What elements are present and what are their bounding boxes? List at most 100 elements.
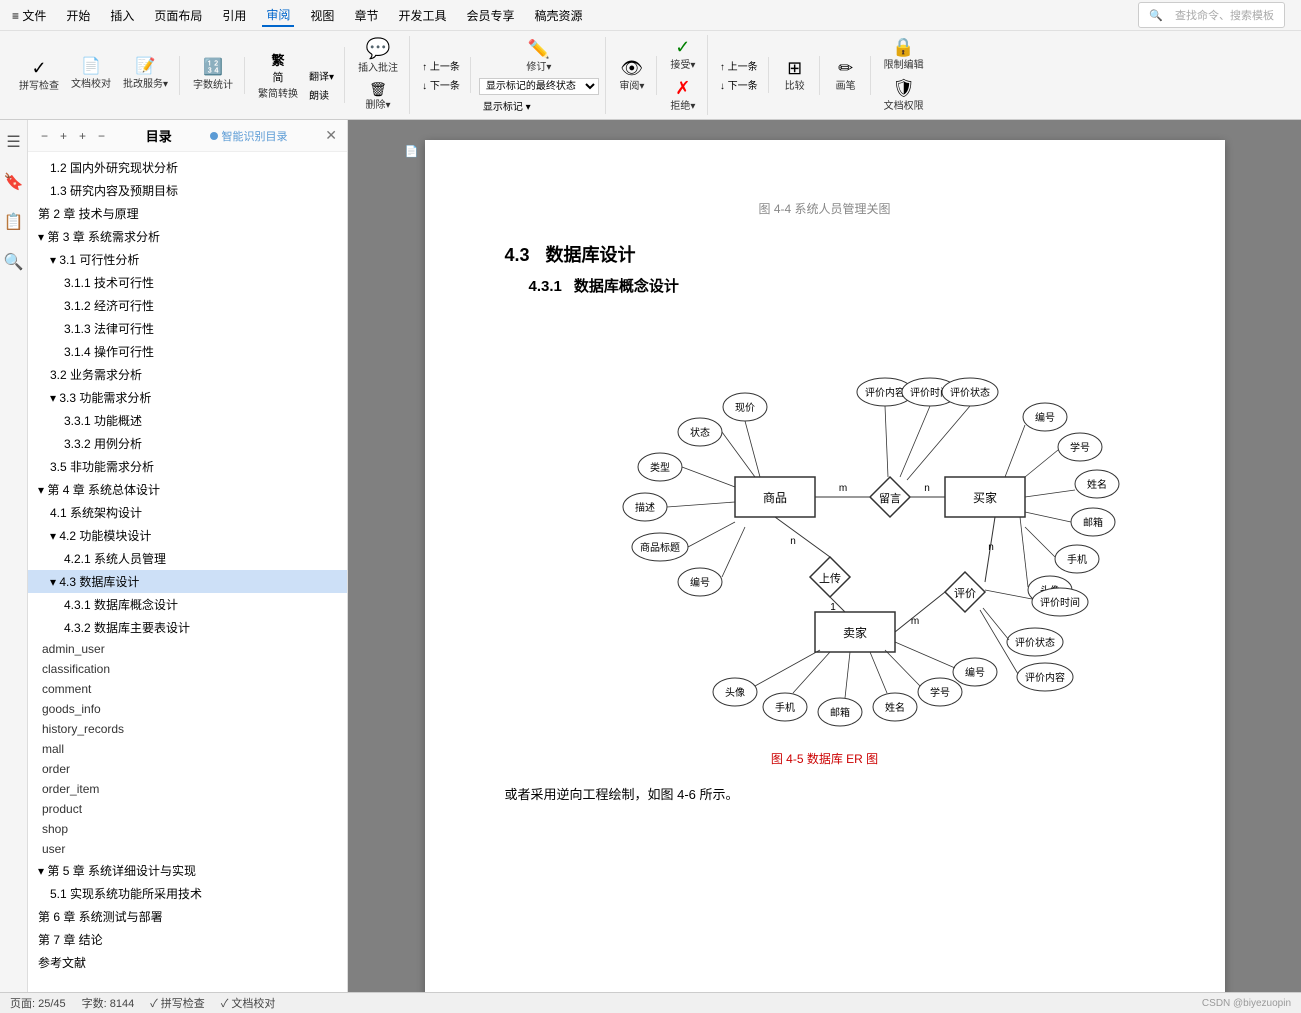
track-display-select[interactable]: 显示标记的最终状态 bbox=[479, 78, 599, 95]
svg-text:上传: 上传 bbox=[819, 572, 841, 585]
toc-smart-button[interactable]: 智能识别目录 bbox=[210, 128, 288, 144]
spell-check-status[interactable]: ✓ 拼写检查 bbox=[150, 995, 205, 1011]
toc-item[interactable]: 1.3 研究内容及预期目标 bbox=[28, 179, 347, 202]
toc-db-item[interactable]: admin_user bbox=[28, 639, 347, 659]
menu-references[interactable]: 引用 bbox=[218, 5, 250, 26]
toc-item[interactable]: ▾ 第 4 章 系统总体设计 bbox=[28, 478, 347, 501]
toc-item[interactable]: 3.1.3 法律可行性 bbox=[28, 317, 347, 340]
menu-chapter[interactable]: 章节 bbox=[350, 5, 382, 26]
toc-item[interactable]: ▾ 3.1 可行性分析 bbox=[28, 248, 347, 271]
toc-item[interactable]: 3.1.1 技术可行性 bbox=[28, 271, 347, 294]
doc-proofing-status[interactable]: ✓ 文档校对 bbox=[221, 995, 276, 1011]
toc-minus[interactable]: − bbox=[95, 128, 108, 144]
toc-item[interactable]: 5.1 实现系统功能所采用技术 bbox=[28, 882, 347, 905]
doc-nav-icon[interactable]: 📄 bbox=[405, 145, 419, 158]
menu-home[interactable]: 开始 bbox=[62, 5, 94, 26]
toc-add[interactable]: + bbox=[76, 128, 89, 144]
toc-item[interactable]: ▾ 4.2 功能模块设计 bbox=[28, 524, 347, 547]
status-bar: 页面: 25/45 字数: 8144 ✓ 拼写检查 ✓ 文档校对 CSDN @b… bbox=[0, 992, 1301, 1013]
insert-comment-button[interactable]: 💬 插入批注 bbox=[353, 36, 403, 77]
subsection-title: 数据库概念设计 bbox=[574, 275, 679, 296]
ribbon-group-restrict: 🔒 限制编辑 🛡 文档权限 bbox=[873, 35, 935, 115]
show-markup-button[interactable]: 显示标记 ▾ bbox=[479, 97, 599, 114]
spell-check-button[interactable]: ✓ 拼写检查 bbox=[14, 56, 64, 95]
accept-button[interactable]: ✓ 接受▾ bbox=[665, 35, 701, 74]
prev-change-button[interactable]: ↑ 上一条 bbox=[716, 57, 762, 74]
search-box[interactable]: 🔍 查找命令、搜索模板 bbox=[1138, 2, 1285, 28]
compare-button[interactable]: ⊞ 比较 bbox=[777, 56, 813, 95]
toc-db-item[interactable]: history_records bbox=[28, 719, 347, 739]
read-aloud-button[interactable]: 朗读 bbox=[305, 86, 338, 103]
reject-icon: ✗ bbox=[675, 79, 690, 97]
toc-db-item[interactable]: goods_info bbox=[28, 699, 347, 719]
correction-service-button[interactable]: 📝 批改服务▾ bbox=[118, 56, 173, 95]
toc-db-item[interactable]: order bbox=[28, 759, 347, 779]
menu-devtools[interactable]: 开发工具 bbox=[394, 5, 450, 26]
restrict-edit-button[interactable]: 🔒 限制编辑 bbox=[879, 35, 929, 74]
toc-item[interactable]: 4.3.1 数据库概念设计 bbox=[28, 593, 347, 616]
menu-bar: ≡ 文件 开始 插入 页面布局 引用 审阅 视图 章节 开发工具 会员专享 稿壳… bbox=[0, 0, 1301, 31]
toc-item[interactable]: 3.3.1 功能概述 bbox=[28, 409, 347, 432]
track-changes-button[interactable]: ✏️ 修订▾ bbox=[521, 37, 557, 76]
toc-item[interactable]: ▾ 第 5 章 系统详细设计与实现 bbox=[28, 859, 347, 882]
toc-db-item-user[interactable]: user bbox=[28, 839, 347, 859]
review-button[interactable]: 👁 审阅▾ bbox=[614, 56, 650, 95]
svg-text:n: n bbox=[924, 483, 930, 494]
side-icon-search[interactable]: 🔍 bbox=[0, 248, 27, 276]
doc-permissions-button[interactable]: 🛡 文档权限 bbox=[879, 76, 929, 115]
doc-proofing-button[interactable]: 📄 文档校对 bbox=[66, 56, 116, 95]
toc-item[interactable]: 4.1 系统架构设计 bbox=[28, 501, 347, 524]
toc-db-item[interactable]: classification bbox=[28, 659, 347, 679]
toc-item[interactable]: 3.5 非功能需求分析 bbox=[28, 455, 347, 478]
toc-item[interactable]: ▾ 3.3 功能需求分析 bbox=[28, 386, 347, 409]
svg-text:学号: 学号 bbox=[930, 686, 950, 699]
toc-item[interactable]: 4.3.2 数据库主要表设计 bbox=[28, 616, 347, 639]
menu-insert[interactable]: 插入 bbox=[106, 5, 138, 26]
word-count-button[interactable]: 🔢 字数统计 bbox=[188, 57, 238, 94]
toc-collapse-all[interactable]: − bbox=[38, 128, 51, 144]
svg-text:现价: 现价 bbox=[735, 402, 755, 414]
traditional-simple-button[interactable]: 繁 简 繁简转换 bbox=[253, 47, 303, 103]
reject-button[interactable]: ✗ 拒绝▾ bbox=[665, 76, 701, 115]
side-icon-nav[interactable]: ☰ bbox=[2, 128, 24, 156]
translate-button[interactable]: 翻译▾ bbox=[305, 67, 338, 84]
toc-db-item[interactable]: order_item bbox=[28, 779, 347, 799]
toc-db-item[interactable]: comment bbox=[28, 679, 347, 699]
svg-text:n: n bbox=[988, 542, 994, 553]
toc-item[interactable]: 3.1.2 经济可行性 bbox=[28, 294, 347, 317]
toc-item[interactable]: 3.1.4 操作可行性 bbox=[28, 340, 347, 363]
side-icon-toc[interactable]: 📋 bbox=[0, 208, 27, 236]
toc-item[interactable]: 3.2 业务需求分析 bbox=[28, 363, 347, 386]
prev-section-ref: 图 4-4 系统人员管理关图 bbox=[505, 200, 1145, 217]
toc-db-item[interactable]: mall bbox=[28, 739, 347, 759]
toc-item[interactable]: 1.2 国内外研究现状分析 bbox=[28, 156, 347, 179]
toc-item[interactable]: 参考文献 bbox=[28, 951, 347, 974]
toc-item[interactable]: 第 6 章 系统测试与部署 bbox=[28, 905, 347, 928]
toc-expand-all[interactable]: + bbox=[57, 128, 70, 144]
toc-db-item[interactable]: shop bbox=[28, 819, 347, 839]
side-icon-bookmark[interactable]: 🔖 bbox=[0, 168, 27, 196]
next-change-button[interactable]: ↓ 下一条 bbox=[716, 76, 762, 93]
menu-templates[interactable]: 稿壳资源 bbox=[530, 5, 586, 26]
delete-comment-button[interactable]: 🗑 删除▾ bbox=[360, 79, 396, 114]
toc-db-item[interactable]: product bbox=[28, 799, 347, 819]
toc-item-active[interactable]: ▾ 4.3 数据库设计 bbox=[28, 570, 347, 593]
next-comment-button[interactable]: ↓ 下一条 bbox=[418, 76, 464, 93]
main-layout: ☰ 🔖 📋 🔍 − + + − 目录 智能识别目录 ✕ 1.2 国内外研究现状分… bbox=[0, 120, 1301, 992]
doc-area[interactable]: 📄 图 4-4 系统人员管理关图 4.3 数据库设计 4.3.1 数据库概念设计… bbox=[348, 120, 1301, 992]
menu-layout[interactable]: 页面布局 bbox=[150, 5, 206, 26]
menu-review[interactable]: 审阅 bbox=[262, 4, 294, 27]
toc-close-button[interactable]: ✕ bbox=[325, 127, 337, 144]
prev-comment-button[interactable]: ↑ 上一条 bbox=[418, 57, 464, 74]
svg-text:邮箱: 邮箱 bbox=[830, 706, 850, 719]
menu-view[interactable]: 视图 bbox=[306, 5, 338, 26]
toc-item[interactable]: 4.2.1 系统人员管理 bbox=[28, 547, 347, 570]
ribbon-group-nav: ↑ 上一条 ↓ 下一条 bbox=[412, 57, 471, 93]
menu-file[interactable]: ≡ 文件 bbox=[8, 5, 50, 26]
toc-item[interactable]: 第 2 章 技术与原理 bbox=[28, 202, 347, 225]
menu-vip[interactable]: 会员专享 bbox=[462, 5, 518, 26]
toc-item[interactable]: 第 7 章 结论 bbox=[28, 928, 347, 951]
toc-item[interactable]: 3.3.2 用例分析 bbox=[28, 432, 347, 455]
draw-button[interactable]: ✏ 画笔 bbox=[828, 56, 864, 95]
toc-item[interactable]: ▾ 第 3 章 系统需求分析 bbox=[28, 225, 347, 248]
